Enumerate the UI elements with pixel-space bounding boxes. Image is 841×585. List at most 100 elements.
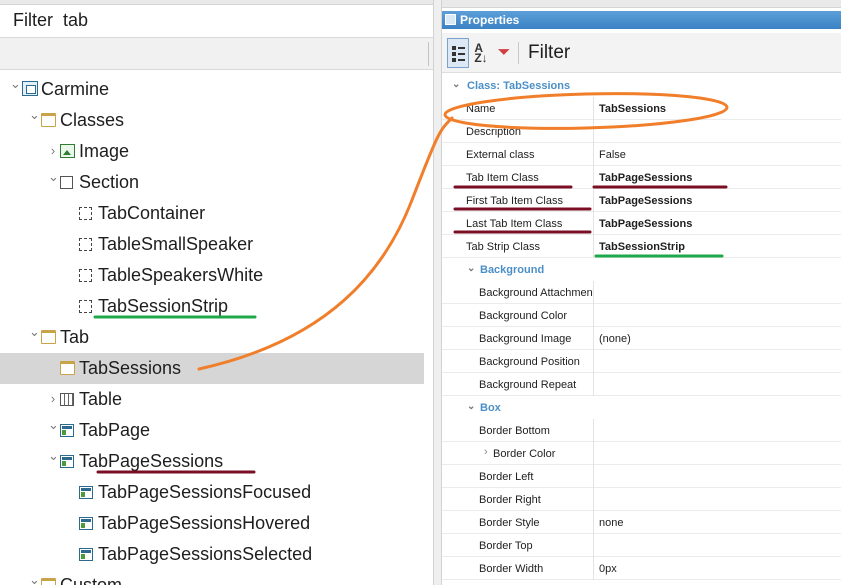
tree-item-tabpagesessionsfocused[interactable]: TabPageSessionsFocused — [0, 477, 433, 508]
tree-item-classes[interactable]: ⌄ Classes — [0, 105, 433, 136]
property-row[interactable]: Background Color — [442, 304, 841, 327]
property-category-title: Box — [480, 401, 501, 414]
sort-az-icon[interactable]: A Z↓ — [471, 38, 491, 68]
tree-item-image[interactable]: › Image — [0, 136, 433, 167]
property-value[interactable]: (none) — [599, 327, 631, 350]
column-divider — [593, 327, 594, 350]
tree-item-label: TabPage — [79, 420, 151, 440]
property-value[interactable]: TabSessionStrip — [599, 235, 685, 258]
property-row[interactable]: First Tab Item Class TabPageSessions — [442, 189, 841, 212]
property-category[interactable]: ⌄ Class: TabSessions — [442, 74, 841, 97]
property-value[interactable]: TabPageSessions — [599, 189, 692, 212]
property-name: Tab Item Class — [466, 171, 539, 184]
property-name: Name — [466, 102, 496, 115]
property-row[interactable]: Tab Strip Class TabSessionStrip — [442, 235, 841, 258]
tree-item-tabpagesessions[interactable]: ⌄ TabPageSessions — [0, 446, 433, 477]
tree-item-label: Carmine — [41, 79, 110, 99]
properties-title: Properties — [460, 13, 520, 27]
property-name: Border Top — [479, 539, 533, 552]
column-divider — [593, 281, 594, 304]
section-dashed-icon — [79, 269, 92, 282]
property-name: Last Tab Item Class — [466, 217, 563, 230]
property-row[interactable]: Border Right — [442, 488, 841, 511]
tree-item-tabpagesessionshovered[interactable]: TabPageSessionsHovered — [0, 508, 433, 539]
column-divider — [593, 511, 594, 534]
property-row[interactable]: External class False — [442, 143, 841, 166]
chevron-down-icon[interactable]: ⌄ — [467, 401, 475, 412]
property-row[interactable]: Border Top — [442, 534, 841, 557]
chevron-down-icon[interactable]: ⌄ — [452, 79, 460, 90]
property-category[interactable]: ⌄ Box — [442, 396, 841, 419]
tabpage-icon — [60, 424, 74, 437]
property-category[interactable]: ⌄ Background — [442, 258, 841, 281]
chevron-down-icon[interactable]: ⌄ — [29, 324, 40, 340]
tree-item-section[interactable]: ⌄ Section — [0, 167, 433, 198]
table-icon — [60, 393, 74, 406]
tree-filter-bar[interactable]: Filter tab — [0, 5, 433, 35]
properties-pane: Properties A Z↓ ⏷ Filter ⌄ Class: TabSessi… — [442, 0, 841, 585]
property-row[interactable]: Background Image (none) — [442, 327, 841, 350]
tree-item-custom[interactable]: ⌄ Custom — [0, 570, 433, 585]
chevron-right-icon[interactable]: › — [48, 143, 58, 158]
property-name: Border Right — [479, 493, 541, 506]
pane-splitter[interactable] — [433, 0, 442, 585]
property-value[interactable]: TabPageSessions — [599, 166, 692, 189]
property-row[interactable]: Border Bottom — [442, 419, 841, 442]
property-row[interactable]: Last Tab Item Class TabPageSessions — [442, 212, 841, 235]
funnel-icon[interactable]: ⏷ — [494, 38, 514, 68]
section-dashed-icon — [79, 300, 92, 313]
toolbar-separator — [518, 42, 519, 64]
tabpage-icon — [79, 486, 93, 499]
property-row[interactable]: Border Left — [442, 465, 841, 488]
tree-item-tabsessions[interactable]: TabSessions — [0, 353, 424, 384]
property-row[interactable]: Name TabSessions — [442, 97, 841, 120]
property-row[interactable]: Background Position — [442, 350, 841, 373]
property-row[interactable]: Tab Item Class TabPageSessions — [442, 166, 841, 189]
chevron-down-icon[interactable]: ⌄ — [29, 572, 40, 585]
folder-icon — [41, 578, 56, 585]
tree-item-tabsessionstrip[interactable]: TabSessionStrip — [0, 291, 433, 322]
chevron-down-icon[interactable]: ⌄ — [48, 448, 59, 464]
property-row[interactable]: Background Attachment — [442, 281, 841, 304]
property-category-title: Class: TabSessions — [467, 79, 571, 92]
tree-item-tabpagesessionsselected[interactable]: TabPageSessionsSelected — [0, 539, 433, 570]
properties-filter-button[interactable]: Filter — [524, 38, 574, 68]
chevron-down-icon[interactable]: ⌄ — [48, 169, 59, 185]
property-value[interactable]: 0px — [599, 557, 617, 580]
property-value[interactable]: TabSessions — [599, 97, 666, 120]
property-value[interactable]: none — [599, 511, 623, 534]
property-value[interactable]: TabPageSessions — [599, 212, 692, 235]
tree-item-table[interactable]: › Table — [0, 384, 433, 415]
property-row[interactable]: Border Width 0px — [442, 557, 841, 580]
categorized-icon[interactable] — [447, 38, 469, 68]
property-name: Background Image — [479, 332, 572, 345]
chevron-down-icon[interactable]: ⌄ — [10, 76, 21, 92]
property-row[interactable]: Border Style none — [442, 511, 841, 534]
property-value[interactable]: False — [599, 143, 626, 166]
tree-item-carmine[interactable]: ⌄ Carmine — [0, 74, 433, 105]
tree-item-label: TabContainer — [98, 203, 206, 223]
folder-icon — [60, 361, 75, 375]
column-divider — [593, 304, 594, 327]
chevron-down-icon[interactable]: ⌄ — [29, 107, 40, 123]
property-name: Border Style — [479, 516, 540, 529]
chevron-down-icon[interactable]: ⌄ — [48, 417, 59, 433]
tree-item-tab[interactable]: ⌄ Tab — [0, 322, 433, 353]
section-dashed-icon — [79, 238, 92, 251]
property-row[interactable]: Border Color › — [442, 442, 841, 465]
chevron-right-icon[interactable]: › — [48, 391, 58, 406]
tree-filter-input[interactable]: tab — [63, 10, 88, 31]
chevron-right-icon[interactable]: › — [484, 446, 488, 458]
column-divider — [593, 350, 594, 373]
tabpage-icon — [60, 455, 74, 468]
tree-item-label: TabSessionStrip — [98, 296, 229, 316]
property-row[interactable]: Background Repeat — [442, 373, 841, 396]
chevron-down-icon[interactable]: ⌄ — [467, 263, 475, 274]
property-name: Background Attachment — [479, 286, 593, 299]
tree-item-label: Classes — [60, 110, 125, 130]
property-row[interactable]: Description — [442, 120, 841, 143]
tree-item-tablesmallspeaker[interactable]: TableSmallSpeaker — [0, 229, 433, 260]
tree-item-tabcontainer[interactable]: TabContainer — [0, 198, 433, 229]
tree-item-tabpage[interactable]: ⌄ TabPage — [0, 415, 433, 446]
tree-item-tablespeakerswhite[interactable]: TableSpeakersWhite — [0, 260, 433, 291]
